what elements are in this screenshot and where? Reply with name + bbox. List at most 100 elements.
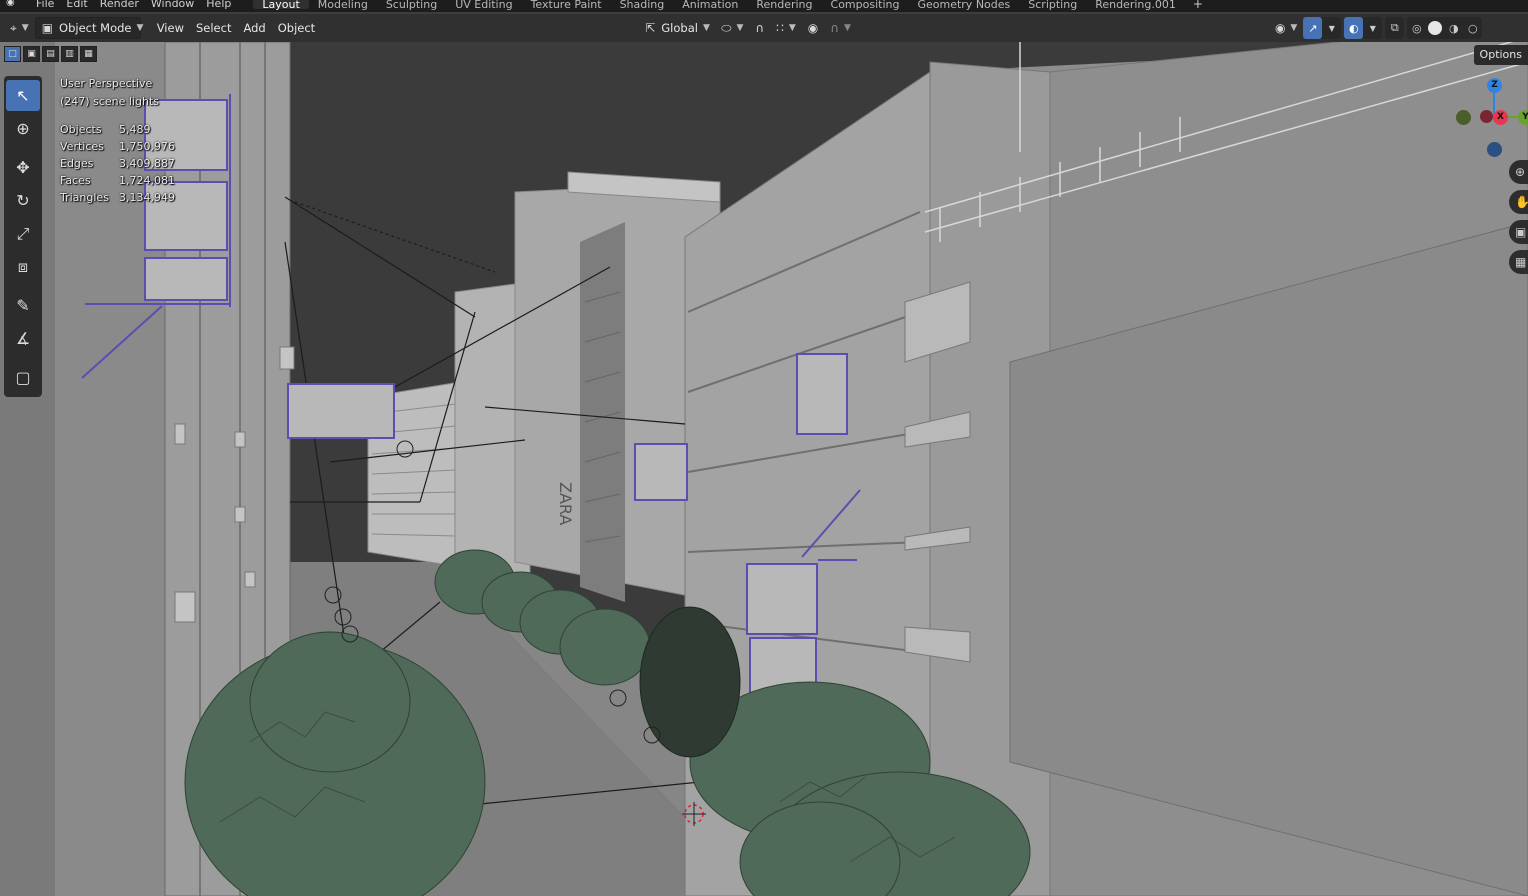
- select-extend-icon[interactable]: ▣: [23, 46, 40, 62]
- viewport-header: ⌖ ▼ ▣ Object Mode ▼ View Select Add Objec…: [0, 14, 1528, 42]
- axis-neg-y-icon[interactable]: [1456, 110, 1471, 125]
- transform-icon[interactable]: ⧈: [6, 251, 40, 282]
- falloff-dropdown[interactable]: ∩ ▼: [824, 17, 857, 39]
- stat-label: Edges: [60, 157, 94, 170]
- overlay-icon[interactable]: ◐: [1344, 17, 1364, 39]
- zoom-icon[interactable]: ⊕: [1509, 160, 1528, 184]
- blender-logo-icon[interactable]: ◉: [0, 0, 30, 12]
- tab-compositing[interactable]: Compositing: [822, 0, 909, 10]
- selection-mode-group: □ ▣ ▤ ▥ ▦: [4, 46, 97, 62]
- chevron-down-icon[interactable]: ▼: [1322, 17, 1341, 39]
- snap-toggle[interactable]: ∩: [749, 17, 770, 39]
- axis-x-icon[interactable]: X: [1493, 110, 1508, 125]
- ortho-grid-icon[interactable]: ▦: [1509, 250, 1528, 274]
- menu-object[interactable]: Object: [272, 17, 321, 39]
- menu-help[interactable]: Help: [200, 0, 237, 9]
- menu-add[interactable]: Add: [237, 17, 271, 39]
- blender-window: ◉ File Edit Render Window Help Layout Mo…: [0, 0, 1528, 896]
- chevron-down-icon: ▼: [702, 23, 710, 33]
- options-button[interactable]: Options: [1473, 45, 1528, 65]
- move-icon[interactable]: ✥: [6, 152, 40, 183]
- menu-select[interactable]: Select: [190, 17, 237, 39]
- select-intersect-icon[interactable]: ▦: [80, 46, 97, 62]
- cursor-icon[interactable]: ⊕: [6, 113, 40, 144]
- stat-value: 1,750,976: [119, 140, 175, 153]
- axis-neg-x-icon[interactable]: [1480, 110, 1493, 123]
- material-shading-icon[interactable]: ◑: [1444, 17, 1463, 39]
- xray-toggle: ⧉: [1385, 17, 1405, 39]
- menu-edit[interactable]: Edit: [60, 0, 93, 9]
- select-subtract-icon[interactable]: ▤: [42, 46, 59, 62]
- viewport-info-overlay: User Perspective (247) scene lights Obje…: [60, 75, 199, 206]
- tab-animation[interactable]: Animation: [673, 0, 747, 10]
- camera-view-icon[interactable]: ▣: [1509, 220, 1528, 244]
- snap-target-dropdown[interactable]: ∷ ▼: [770, 17, 802, 39]
- axis-y-icon[interactable]: Y: [1518, 110, 1528, 125]
- tab-rendering[interactable]: Rendering: [747, 0, 821, 10]
- pivot-dropdown[interactable]: ⬭ ▼: [715, 17, 749, 39]
- measure-icon[interactable]: ∡: [6, 323, 40, 354]
- stat-label: Triangles: [60, 191, 109, 204]
- tab-shading[interactable]: Shading: [611, 0, 674, 10]
- wireframe-shading-icon[interactable]: ◎: [1407, 17, 1426, 39]
- editor-type-button[interactable]: ⌖ ▼: [4, 17, 35, 39]
- orientation-label: Global: [661, 21, 698, 35]
- add-workspace-button[interactable]: +: [1185, 0, 1211, 10]
- proportional-edit-toggle[interactable]: ◉: [802, 17, 824, 39]
- pan-hand-icon[interactable]: ✋: [1509, 190, 1528, 214]
- gizmo-icon[interactable]: ↗: [1303, 17, 1323, 39]
- scale-icon[interactable]: ⤢: [6, 218, 40, 249]
- select-new-icon[interactable]: □: [4, 46, 21, 62]
- tab-layout[interactable]: Layout: [253, 0, 309, 10]
- navigation-gizmo[interactable]: Z X Y: [1450, 76, 1528, 166]
- rendered-shading-icon[interactable]: ○: [1463, 17, 1482, 39]
- 3d-viewport[interactable]: ZARA □ ▣ ▤ ▥ ▦ ↖ ⊕ ✥ ↻ ⤢ ⧈ ✎ ∡ ▢ User Pe…: [0, 42, 1528, 896]
- chevron-down-icon: ▼: [136, 23, 144, 33]
- stat-label: Vertices: [60, 140, 104, 153]
- pivot-icon: ⬭: [721, 20, 732, 35]
- chevron-down-icon: ▼: [736, 23, 744, 33]
- visibility-dropdown[interactable]: ◉ ▼: [1269, 17, 1303, 39]
- solid-shading-icon[interactable]: [1428, 21, 1443, 35]
- tab-texture-paint[interactable]: Texture Paint: [522, 0, 611, 10]
- shading-mode-group: ◎ ◑ ○: [1407, 17, 1483, 39]
- tab-geometry-nodes[interactable]: Geometry Nodes: [908, 0, 1019, 10]
- stat-value: 5,489: [119, 123, 151, 136]
- chevron-down-icon[interactable]: ▼: [1363, 17, 1382, 39]
- falloff-curve-icon: ∩: [830, 21, 840, 35]
- scene-render: ZARA: [0, 42, 1528, 896]
- select-box-icon[interactable]: ↖: [6, 80, 40, 111]
- chevron-down-icon: ▼: [844, 23, 851, 33]
- menu-view[interactable]: View: [151, 17, 190, 39]
- perspective-label: User Perspective: [60, 77, 153, 90]
- annotate-icon[interactable]: ✎: [6, 290, 40, 321]
- stat-row: Vertices 1,750,976: [60, 138, 199, 155]
- mode-dropdown[interactable]: ▣ Object Mode ▼: [34, 17, 144, 39]
- magnet-icon: ∩: [755, 21, 765, 35]
- scene-statistics: Objects 5,489 Vertices 1,750,976 Edges 3,40…: [60, 121, 199, 206]
- tab-uv-editing[interactable]: UV Editing: [446, 0, 521, 10]
- menu-window[interactable]: Window: [145, 0, 200, 9]
- tab-rendering-001[interactable]: Rendering.001: [1086, 0, 1185, 10]
- transform-orientation-dropdown[interactable]: ⇱ Global ▼: [639, 17, 715, 39]
- tab-sculpting[interactable]: Sculpting: [377, 0, 446, 10]
- collection-label: (247) scene lights: [60, 95, 159, 108]
- tab-scripting[interactable]: Scripting: [1019, 0, 1086, 10]
- stat-value: 3,134,949: [119, 191, 175, 204]
- tab-modeling[interactable]: Modeling: [309, 0, 377, 10]
- stat-row: Edges 3,409,887: [60, 155, 199, 172]
- menu-file[interactable]: File: [30, 0, 60, 9]
- stat-row: Faces 1,724,081: [60, 172, 199, 189]
- stat-row: Triangles 3,134,949: [60, 189, 199, 206]
- chevron-down-icon: ▼: [1290, 23, 1298, 33]
- select-invert-icon[interactable]: ▥: [61, 46, 78, 62]
- stat-value: 1,724,081: [119, 174, 175, 187]
- axis-z-icon[interactable]: Z: [1487, 78, 1502, 93]
- overlay-toggle-group: ◐ ▼: [1344, 17, 1383, 39]
- axis-neg-z-icon[interactable]: [1487, 142, 1502, 157]
- menu-render[interactable]: Render: [94, 0, 145, 9]
- add-cube-icon[interactable]: ▢: [6, 362, 40, 393]
- rotate-icon[interactable]: ↻: [6, 185, 40, 216]
- storefront-sign: ZARA: [556, 482, 575, 525]
- xray-icon[interactable]: ⧉: [1385, 17, 1404, 39]
